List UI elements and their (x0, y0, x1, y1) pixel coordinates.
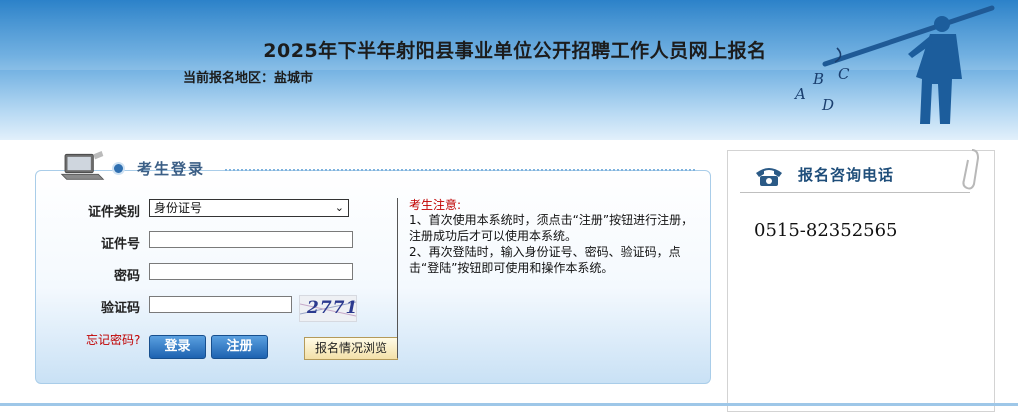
notice-title: 考生注意: (409, 198, 462, 212)
mascot-illustration: A B C D (793, 5, 995, 124)
notice-text: 1、首次使用本系统时，须点击“注册”按钮进行注册，注册成功后才可以使用本系统。 … (409, 212, 699, 276)
register-button[interactable]: 注册 (211, 335, 268, 359)
id-type-select[interactable]: 身份证号 ⌄ (149, 199, 349, 217)
phone-icon (756, 168, 782, 186)
contact-phone: 0515-82352565 (754, 220, 898, 241)
notice-line-1: 1、首次使用本系统时，须点击“注册”按钮进行注册，注册成功后才可以使用本系统。 (409, 213, 694, 243)
contact-panel (727, 150, 995, 412)
login-section-title: 考生登录 (137, 160, 206, 178)
vertical-divider (397, 198, 398, 358)
captcha-text: 2771 (307, 298, 357, 318)
mascot-letter-b: B (812, 70, 824, 88)
mascot-letter-d: D (821, 96, 834, 114)
browse-status-button[interactable]: 报名情况浏览 (304, 337, 398, 360)
id-type-label: 证件类别 (87, 205, 140, 220)
forgot-password-link[interactable]: 忘记密码? (86, 331, 140, 348)
id-number-input[interactable] (149, 231, 353, 248)
password-input[interactable] (149, 263, 353, 280)
mascot-letter-a: A (793, 85, 806, 103)
captcha-image[interactable]: 2771 (299, 295, 357, 322)
password-label: 密码 (113, 269, 140, 284)
captcha-label: 验证码 (100, 301, 140, 316)
contact-title: 报名咨询电话 (798, 166, 895, 184)
mascot-letter-c: C (838, 65, 850, 83)
id-number-label: 证件号 (100, 237, 140, 252)
section-bullet-icon (112, 162, 125, 175)
footer-line (0, 403, 1018, 406)
current-region: 当前报名地区：盐城市 (183, 71, 314, 86)
login-button[interactable]: 登录 (149, 335, 206, 359)
contact-divider (740, 192, 970, 193)
paperclip-icon (962, 149, 980, 190)
chevron-down-icon: ⌄ (334, 201, 344, 214)
id-type-selected: 身份证号 (154, 201, 203, 215)
notice-line-2: 2、再次登陆时，输入身份证号、密码、验证码，点击“登陆”按钮即可使用和操作本系统… (409, 245, 681, 275)
captcha-input[interactable] (149, 296, 292, 313)
section-divider (225, 169, 695, 171)
laptop-icon (60, 151, 105, 180)
